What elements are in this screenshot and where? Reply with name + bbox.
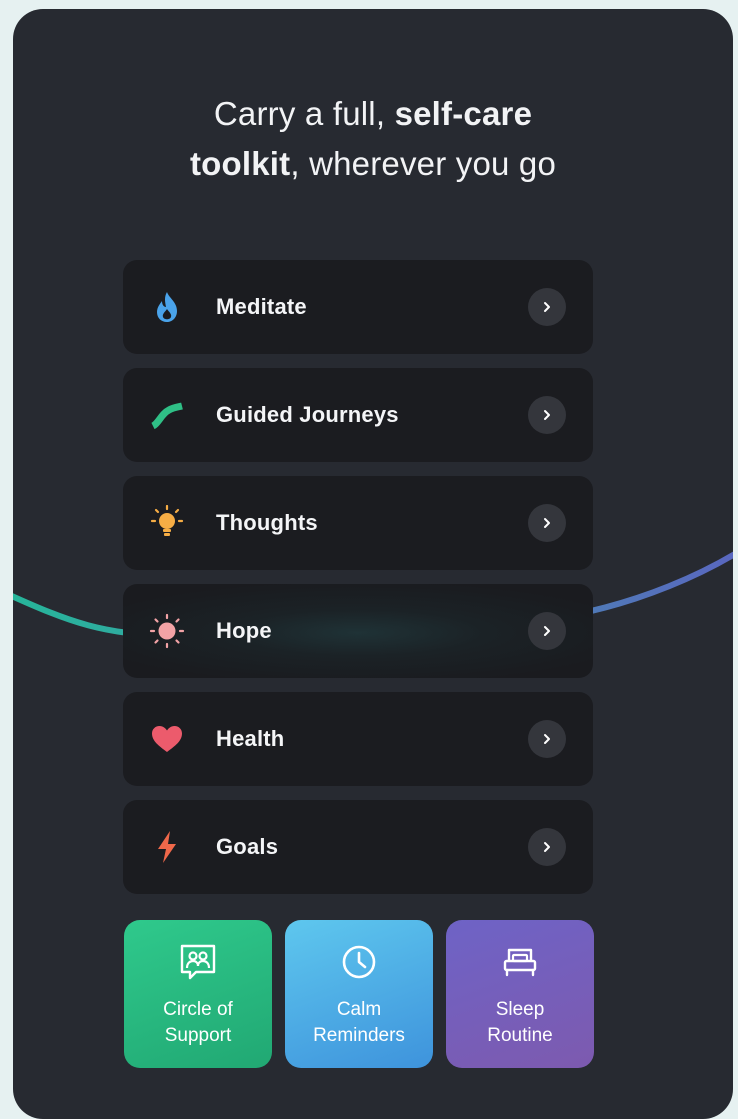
list-item-label: Goals bbox=[216, 834, 279, 859]
clock-icon bbox=[342, 945, 376, 979]
chevron-right-icon[interactable] bbox=[528, 612, 566, 650]
quick-tiles: Circle of Support Calm Reminders Sleep R… bbox=[124, 920, 594, 1068]
sun-icon bbox=[149, 613, 185, 649]
tile-label: Calm Reminders bbox=[313, 999, 405, 1046]
chevron-right-icon[interactable] bbox=[528, 504, 566, 542]
chevron-right-icon[interactable] bbox=[528, 288, 566, 326]
list-item-label: Meditate bbox=[216, 294, 307, 319]
app-panel: Carry a full, self-care toolkit, whereve… bbox=[13, 9, 733, 1119]
chevron-right-icon[interactable] bbox=[528, 396, 566, 434]
tile-circle-of-support[interactable]: Circle of Support bbox=[124, 920, 272, 1068]
bed-icon bbox=[503, 948, 537, 977]
chevron-right-icon[interactable] bbox=[528, 828, 566, 866]
flame-icon bbox=[157, 292, 177, 322]
list-item-label: Thoughts bbox=[216, 510, 318, 535]
list-item-label: Guided Journeys bbox=[216, 402, 399, 427]
title-bold-text: self-care bbox=[394, 95, 533, 132]
lightbulb-icon bbox=[150, 505, 184, 536]
tile-label: Circle of Support bbox=[163, 999, 233, 1046]
list-item-guided-journeys[interactable]: Guided Journeys bbox=[123, 368, 593, 462]
heart-icon bbox=[152, 726, 182, 752]
tile-sleep-routine[interactable]: Sleep Routine bbox=[446, 920, 594, 1068]
tile-calm-reminders[interactable]: Calm Reminders bbox=[285, 920, 433, 1068]
title-text: , wherever you go bbox=[290, 145, 557, 182]
chevron-right-icon[interactable] bbox=[528, 720, 566, 758]
page-title: Carry a full, self-care toolkit, whereve… bbox=[13, 89, 733, 189]
list-item-meditate[interactable]: Meditate bbox=[123, 260, 593, 354]
list-item-goals[interactable]: Goals bbox=[123, 800, 593, 894]
title-bold-text: toolkit bbox=[189, 145, 291, 182]
list-item-hope[interactable]: Hope bbox=[123, 584, 593, 678]
list-item-health[interactable]: Health bbox=[123, 692, 593, 786]
tile-label: Sleep Routine bbox=[487, 999, 553, 1046]
list-item-label: Hope bbox=[216, 618, 272, 643]
wave-stroke-icon bbox=[151, 402, 183, 430]
lightning-icon bbox=[158, 831, 176, 863]
group-photo-icon bbox=[180, 944, 216, 980]
title-text: Carry a full, bbox=[213, 95, 395, 132]
list-item-thoughts[interactable]: Thoughts bbox=[123, 476, 593, 570]
toolkit-list: Meditate Guided Journeys Thoughts Hope H… bbox=[123, 260, 593, 908]
list-item-label: Health bbox=[216, 726, 285, 751]
